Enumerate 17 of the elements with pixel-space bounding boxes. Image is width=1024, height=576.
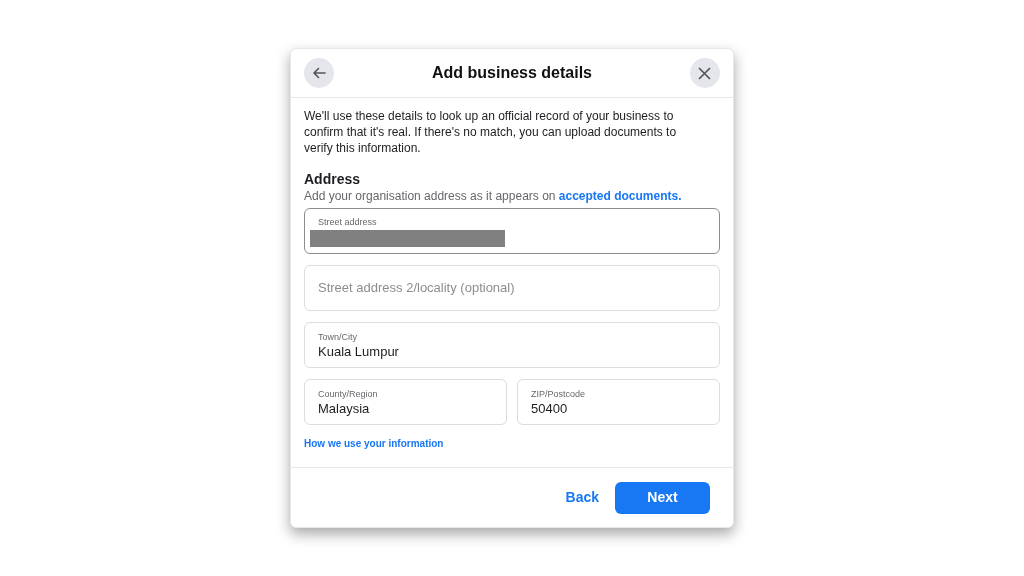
back-arrow-icon [312, 67, 326, 79]
intro-text: We'll use these details to look up an official record of your business to confirm that it's real. If there's no match, you can upload documents to verify this information. [304, 108, 678, 156]
input-field[interactable]: County/Region Malaysia [304, 379, 507, 425]
input-field[interactable]: ZIP/Postcode 50400 [517, 379, 720, 425]
back-button[interactable]: Back [563, 481, 601, 514]
input-field[interactable]: Street address [304, 208, 720, 254]
accepted-documents-link[interactable]: accepted documents. [558, 189, 682, 203]
dialog-title: Add business details [431, 63, 592, 83]
close-button[interactable] [690, 58, 720, 88]
info-link[interactable]: How we use your information [304, 436, 720, 451]
close-icon [698, 66, 712, 80]
input-field[interactable]: Town/City Kuala Lumpur [304, 322, 720, 368]
back-arrow-button[interactable] [304, 58, 334, 88]
next-button[interactable]: Next [615, 481, 710, 514]
section-heading: Address [304, 170, 362, 188]
section-subtitle: Add your organisation address as it appears on accepted documents. [304, 188, 683, 204]
input-field[interactable]: Street address 2/locality (optional) [304, 265, 720, 311]
